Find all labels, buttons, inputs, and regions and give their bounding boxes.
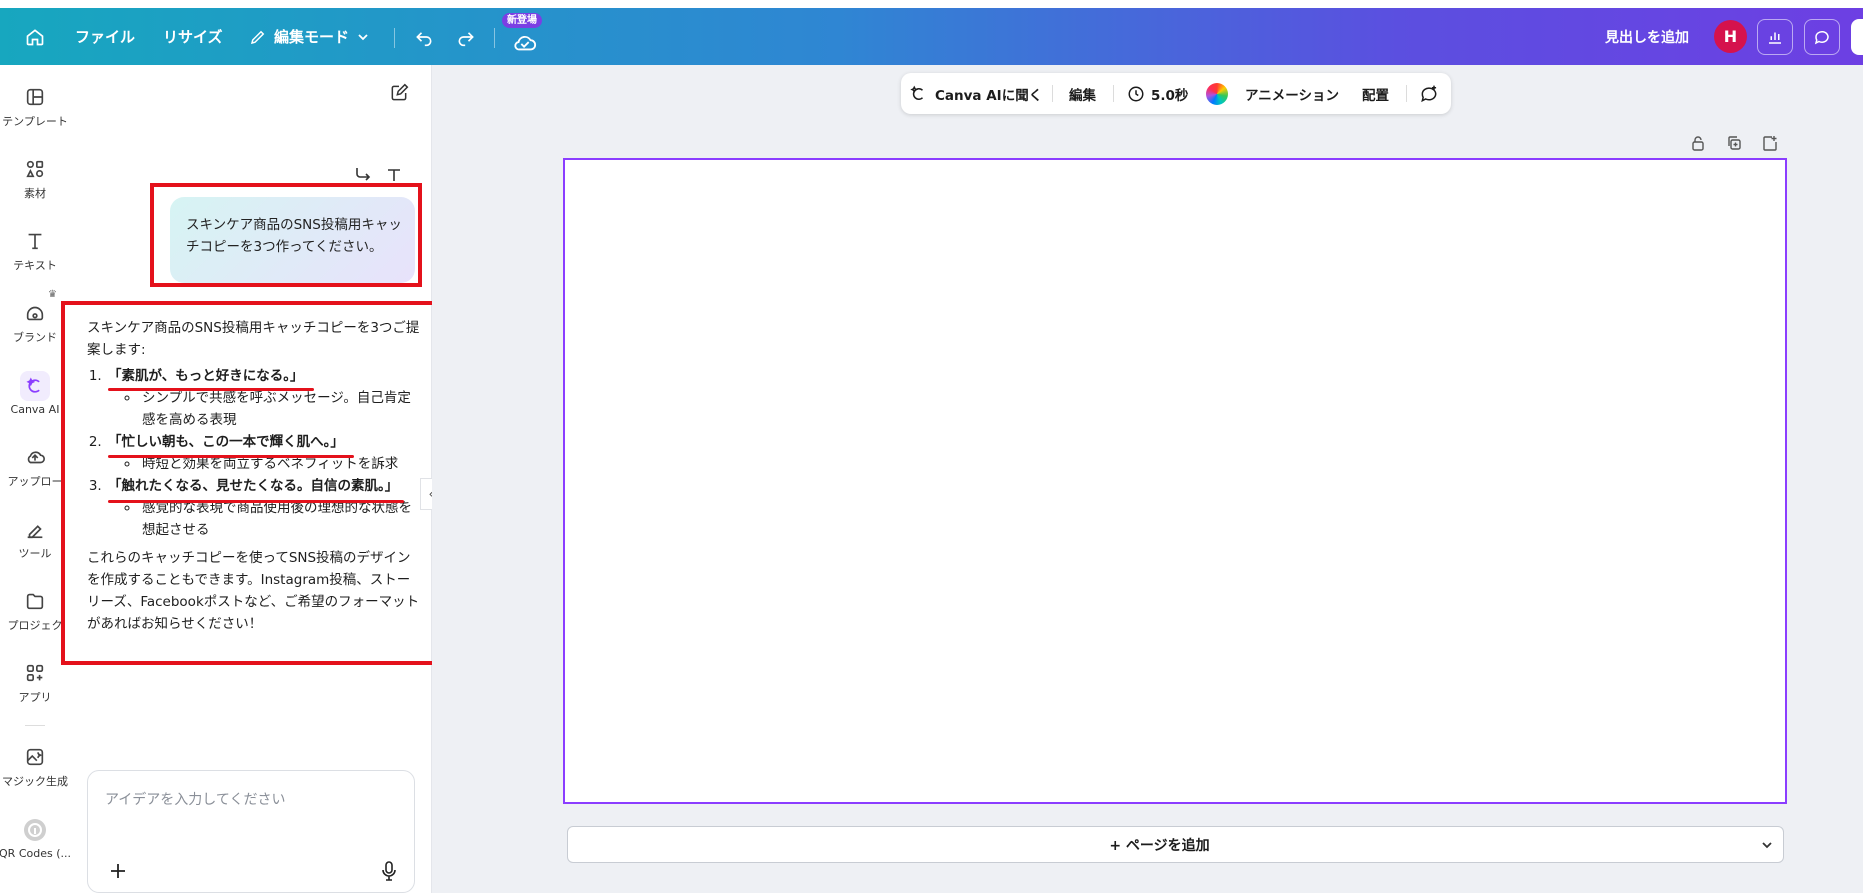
edit-mode-menu[interactable]: 編集モード [249,8,369,65]
projects-icon [20,587,50,615]
redo-icon[interactable] [452,8,480,65]
chevron-down-icon [1761,839,1773,851]
avatar[interactable]: H [1714,20,1747,53]
divider [494,28,495,48]
annotation-box [61,301,438,665]
undo-icon[interactable] [410,8,438,65]
canva-ai-icon [20,371,50,401]
divider [394,28,395,48]
ask-ai-label: Canva AIに聞く [935,87,1043,104]
context-toolbar: Canva AIに聞く 編集 5.0秒 アニメーション 配置 [901,73,1451,114]
nav-uploads[interactable]: アップロー [0,425,70,489]
duration-button[interactable]: 5.0秒 [1127,73,1188,114]
clock-icon [1127,85,1145,103]
brand-icon [20,299,50,327]
new-chat-icon[interactable] [387,81,411,105]
nav-projects[interactable]: プロジェク [0,569,70,633]
home-icon[interactable] [20,8,50,65]
color-wheel-icon [1206,82,1228,105]
qr-codes-icon [20,815,50,845]
reply-icon[interactable] [352,164,374,184]
nav-tools[interactable]: ツール [0,497,70,561]
tools-icon [20,515,50,543]
template-icon [20,83,50,111]
nav-label: 素材 [24,187,46,200]
add-page-dropdown[interactable] [1751,826,1784,863]
animation-button[interactable]: アニメーション [1245,73,1339,114]
nav-apps[interactable]: アプリ [0,641,70,705]
nav-elements[interactable]: 素材 [0,137,70,201]
ask-canva-ai-button[interactable]: Canva AIに聞く [909,73,1042,114]
left-nav: テンプレート 素材 テキスト ♛ ブランド Canva AI アップロー ツール… [0,65,71,893]
position-button[interactable]: 配置 [1362,73,1389,114]
nav-label: Canva AI [10,403,60,416]
add-heading-button[interactable]: 見出しを追加 [1605,8,1689,65]
annotation-box [150,183,422,287]
nav-qr-codes[interactable]: QR Codes (... [0,797,71,861]
comment-icon[interactable] [1804,19,1840,55]
divider [1406,85,1407,102]
nav-label: ブランド [13,331,57,344]
add-page-button[interactable]: + ページを追加 [567,826,1752,863]
elements-icon [20,155,50,183]
resize-menu[interactable]: リサイズ [163,8,223,65]
nav-label: テンプレート [2,115,68,128]
duration-label: 5.0秒 [1151,87,1189,104]
prompt-placeholder: アイデアを入力してください [105,792,286,808]
edit-mode-label: 編集モード [274,28,350,46]
lock-icon[interactable] [1688,133,1708,153]
nav-label: マジック生成 [2,775,68,788]
chevron-down-icon [357,31,369,43]
divider [1113,85,1114,102]
nav-brand[interactable]: ブランド [0,281,70,345]
magic-generate-icon [20,743,50,771]
design-page[interactable] [563,158,1787,804]
add-page-icon[interactable] [1760,133,1780,153]
cloud-saved-icon[interactable] [510,14,540,71]
edit-button[interactable]: 編集 [1069,73,1096,114]
pencil-icon [249,28,267,46]
divider [1052,85,1053,102]
add-comment-icon[interactable] [1419,73,1439,114]
upload-icon [20,443,50,471]
nav-label: アップロー [7,475,63,488]
prompt-input[interactable]: アイデアを入力してください [87,770,415,893]
nav-label: QR Codes (... [0,847,71,860]
color-button[interactable] [1206,73,1228,114]
top-bar: ファイル リサイズ 編集モード 新登場 見出しを追加 H [0,8,1863,65]
canva-ai-icon [909,85,927,103]
plus-icon[interactable] [108,861,128,881]
text-icon [20,227,50,255]
duplicate-page-icon[interactable] [1724,133,1744,153]
share-button[interactable] [1851,19,1863,55]
nav-templates[interactable]: テンプレート [0,65,70,129]
text-insert-icon[interactable] [384,165,404,185]
nav-canva-ai[interactable]: Canva AI [0,353,70,417]
nav-label: テキスト [13,259,57,272]
file-menu[interactable]: ファイル [75,8,135,65]
nav-text[interactable]: テキスト [0,209,70,273]
nav-magic-generate[interactable]: マジック生成 [0,725,70,789]
apps-icon [20,659,50,687]
microphone-icon[interactable] [378,859,400,883]
insights-icon[interactable] [1757,19,1793,55]
nav-label: ツール [18,547,52,560]
nav-label: アプリ [18,691,52,704]
nav-label: プロジェク [7,619,63,632]
